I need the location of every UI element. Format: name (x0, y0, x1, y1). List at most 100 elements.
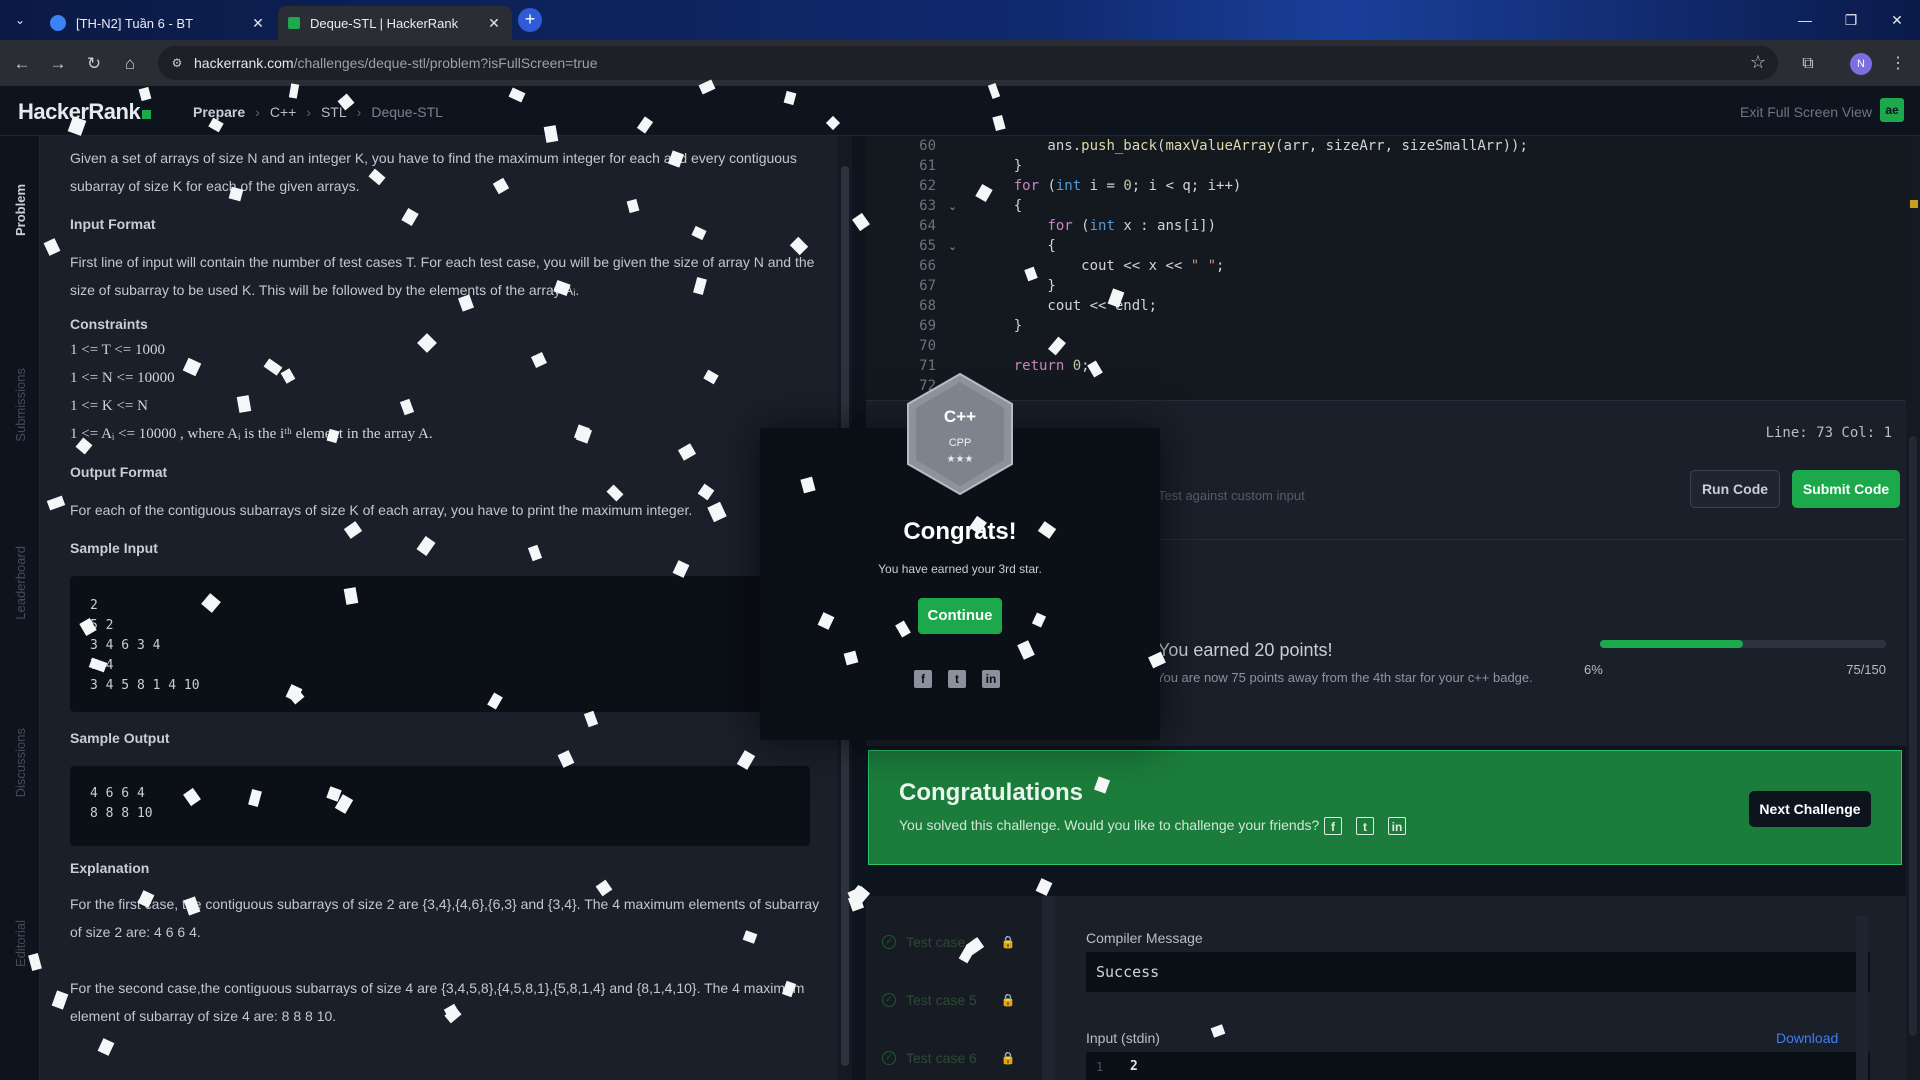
code-line: cout << x << " "; (980, 258, 1225, 274)
badge-lang: C++ (944, 407, 976, 426)
check-icon: ✓ (882, 935, 896, 949)
fold-chevron-icon[interactable]: ⌄ (948, 240, 957, 253)
linkedin-icon[interactable]: in (982, 670, 1000, 688)
new-tab-button[interactable]: + (518, 8, 542, 32)
problem-statement: Given a set of arrays of size N and an i… (40, 136, 840, 1080)
code-editor[interactable]: 60 61 62 63 64 65 66 67 68 69 70 71 72 7… (866, 136, 1906, 400)
hackerrank-header: HackerRank Prepare › C++ › STL › Deque-S… (0, 86, 1920, 136)
check-icon: ✓ (882, 993, 896, 1007)
line-col-indicator: Line: 73 Col: 1 (1765, 425, 1892, 441)
lock-icon: 🔒 (1000, 993, 1016, 1007)
intro-text: Given a set of arrays of size N and an i… (70, 150, 797, 166)
custom-input-checkbox[interactable]: Test against custom input (1158, 488, 1305, 503)
tab-problem[interactable]: Problem (0, 184, 40, 236)
sample-output-text: 4 6 6 4 8 8 8 10 (90, 786, 153, 821)
chevron-right-icon: › (356, 104, 362, 120)
chevron-right-icon: › (306, 104, 311, 120)
code-line: { (980, 238, 1056, 254)
vertical-tabs: Problem Submissions Leaderboard Discussi… (0, 136, 40, 1080)
hackerrank-logo[interactable]: HackerRank (18, 99, 152, 125)
tab-editorial[interactable]: Editorial (0, 920, 40, 967)
testcase-scrollbar[interactable] (1042, 896, 1054, 1080)
exit-fullscreen-link[interactable]: Exit Full Screen View (1740, 104, 1872, 120)
continue-button[interactable]: Continue (918, 598, 1002, 634)
browser-tab-1[interactable]: [TH-N2] Tuần 6 - BT ✕ (40, 6, 276, 40)
line-number: 68 (919, 298, 936, 314)
banner-title: Congratulations (899, 779, 1083, 806)
bookmark-star-icon[interactable]: ☆ (1750, 52, 1766, 73)
close-tab-icon[interactable]: ✕ (486, 15, 502, 32)
intro-text: subarray of size K for each of the given… (70, 178, 360, 194)
breadcrumb-prepare[interactable]: Prepare (193, 104, 245, 120)
line-number: 70 (919, 338, 936, 354)
next-challenge-button[interactable]: Next Challenge (1749, 791, 1871, 827)
explanation-text: of size 2 are: 4 6 6 4. (70, 924, 201, 940)
code-line: } (980, 158, 1023, 174)
back-icon[interactable]: ← (8, 50, 36, 78)
banner-share-icons: f t in (1324, 817, 1406, 835)
restore-icon[interactable]: ❐ (1828, 0, 1874, 40)
chevron-right-icon: › (255, 104, 260, 120)
address-bar[interactable]: ⚙ hackerrank.com/challenges/deque-stl/pr… (158, 46, 1778, 80)
reload-icon[interactable]: ↻ (80, 50, 108, 78)
line-number: 60 (919, 138, 936, 154)
explanation-text: For the first case, the contiguous subar… (70, 896, 820, 912)
testcase-item[interactable]: ✓ Test case 4 🔒 (882, 934, 1016, 950)
line-number: 69 (919, 318, 936, 334)
breadcrumb-stl[interactable]: STL (321, 104, 347, 120)
run-code-button[interactable]: Run Code (1690, 470, 1780, 508)
progress-percent: 6% (1584, 662, 1603, 677)
browser-tab-2[interactable]: Deque-STL | HackerRank ✕ (278, 6, 512, 40)
code-line: for (int i = 0; i < q; i++) (1013, 178, 1242, 194)
constraint-item: 1 <= Aᵢ <= 10000 , where Aᵢ is the iᵗʰ e… (70, 426, 433, 442)
breadcrumb-cpp[interactable]: C++ (270, 104, 296, 120)
line-number: 62 (919, 178, 936, 194)
editor-scrollbar[interactable] (1906, 136, 1920, 1080)
breadcrumb: Prepare › C++ › STL › Deque-STL (193, 104, 443, 120)
sample-input-block: 2 5 2 3 4 6 3 4 7 4 3 4 5 8 1 4 10 (70, 576, 810, 712)
line-number: 67 (919, 278, 936, 294)
twitter-icon[interactable]: t (1356, 817, 1374, 835)
tab-leaderboard[interactable]: Leaderboard (0, 546, 40, 620)
check-icon: ✓ (882, 1051, 896, 1065)
test-results: ✓ Test case 4 🔒 ✓ Test case 5 🔒 ✓ Test case 6… (866, 896, 1906, 1080)
testcase-item[interactable]: ✓ Test case 6 🔒 (882, 1050, 1016, 1066)
close-tab-icon[interactable]: ✕ (250, 15, 266, 32)
code-line: ans.push_back(maxValueArray(arr, sizeArr… (980, 138, 1528, 154)
download-link[interactable]: Download (1776, 1030, 1838, 1046)
site-info-icon[interactable]: ⚙ (168, 54, 186, 72)
home-icon[interactable]: ⌂ (116, 50, 144, 78)
lock-icon: 🔒 (1000, 1051, 1016, 1065)
code-line: { (980, 198, 1023, 214)
more-menu-icon[interactable]: ⋮ (1884, 50, 1912, 78)
facebook-icon[interactable]: f (914, 670, 932, 688)
linkedin-icon[interactable]: in (1388, 817, 1406, 835)
cpp-badge-icon: C++ CPP ★★★ (907, 372, 1013, 496)
line-gutter: 60 61 62 63 64 65 66 67 68 69 70 71 72 7… (866, 136, 957, 400)
fold-chevron-icon[interactable]: ⌄ (948, 200, 957, 213)
testcase-item[interactable]: ✓ Test case 5 🔒 (882, 992, 1016, 1008)
breadcrumb-current: Deque-STL (371, 104, 443, 120)
confetti-piece (1035, 878, 1053, 896)
tab-search-chevron-icon[interactable]: ⌄ (10, 10, 30, 30)
sample-input-heading: Sample Input (70, 540, 158, 556)
forward-icon[interactable]: → (44, 50, 72, 78)
minimize-icon[interactable]: — (1782, 0, 1828, 40)
banner-message: You solved this challenge. Would you lik… (899, 817, 1320, 833)
extensions-icon[interactable]: ⧉ (1794, 50, 1822, 78)
facebook-icon[interactable]: f (1324, 817, 1342, 835)
profile-avatar[interactable]: N (1850, 53, 1872, 75)
tab-submissions[interactable]: Submissions (0, 368, 40, 442)
submit-code-button[interactable]: Submit Code (1792, 470, 1900, 508)
input-format-text: size of subarray to be used K. This will… (70, 282, 580, 298)
tab-discussions[interactable]: Discussions (0, 728, 40, 797)
stdin-label: Input (stdin) (1086, 1030, 1160, 1046)
output-format-heading: Output Format (70, 464, 168, 480)
twitter-icon[interactable]: t (948, 670, 966, 688)
explanation-heading: Explanation (70, 860, 150, 876)
constraint-item: 1 <= T <= 1000 (70, 342, 165, 358)
badge-stars: ★★★ (947, 454, 974, 465)
close-window-icon[interactable]: ✕ (1874, 0, 1920, 40)
results-scrollbar[interactable] (1856, 916, 1868, 1080)
sample-input-text: 2 5 2 3 4 6 3 4 7 4 3 4 5 8 1 4 10 (90, 598, 200, 693)
